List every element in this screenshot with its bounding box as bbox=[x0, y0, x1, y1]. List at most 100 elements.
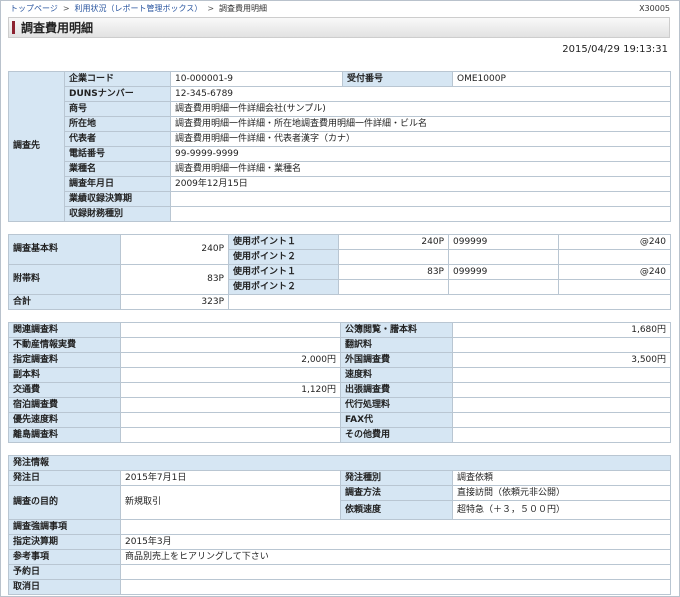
table-row: 指定決算期 2015年3月 bbox=[8, 534, 672, 550]
total-empty bbox=[228, 294, 671, 310]
charge-value bbox=[452, 412, 671, 428]
charge-value bbox=[452, 382, 671, 398]
charge-value bbox=[452, 337, 671, 353]
subject-table: 調査先 企業コード 10-000001-9 受付番号 OME1000P DUNS… bbox=[8, 71, 671, 222]
point-label: 使用ポイント１ bbox=[228, 234, 339, 250]
table-row: 附帯料 83P 使用ポイント１ 83P 099999 @240 bbox=[8, 264, 671, 295]
table-row: 発注日 2015年7月1日 発注種別 調査依頼 bbox=[8, 470, 672, 486]
total-label: 合計 bbox=[8, 294, 121, 310]
charge-value bbox=[120, 367, 341, 383]
table-row: 合計 323P bbox=[8, 294, 671, 310]
charge-label: 速度料 bbox=[340, 367, 453, 383]
table-row: 調査強調事項 bbox=[8, 519, 672, 535]
point-value bbox=[338, 249, 449, 265]
charge-label: 指定調査料 bbox=[8, 352, 121, 368]
charge-value bbox=[120, 412, 341, 428]
charge-value bbox=[452, 397, 671, 413]
charge-value: 3,500円 bbox=[452, 352, 671, 368]
title-accent-bar bbox=[12, 21, 15, 34]
charge-label: 公簿閲覧・謄本料 bbox=[340, 322, 453, 338]
table-row: 代表者 調査費用明細一件詳細・代表者漢字（カナ） bbox=[9, 131, 671, 147]
table-row: 電話番号 99-9999-9999 bbox=[9, 146, 671, 162]
table-row: DUNSナンバー 12-345-6789 bbox=[9, 86, 671, 102]
duns-value: 12-345-6789 bbox=[170, 86, 671, 102]
table-row: 不動産情報実費 翻訳料 bbox=[8, 337, 671, 353]
table-row: 調査基本料 240P 使用ポイント１ 240P 099999 @240 bbox=[8, 234, 671, 265]
emphasis-label: 調査強調事項 bbox=[8, 519, 121, 535]
phone-label: 電話番号 bbox=[64, 146, 171, 162]
subject-section-label: 調査先 bbox=[8, 71, 65, 222]
table-row: 予約日 bbox=[8, 564, 672, 580]
cancel-date-label: 取消日 bbox=[8, 579, 121, 595]
screen-code: X30005 bbox=[639, 4, 670, 13]
charge-value: 1,120円 bbox=[120, 382, 341, 398]
extra-fee-label: 附帯料 bbox=[8, 264, 121, 295]
designated-settlement-label: 指定決算期 bbox=[8, 534, 121, 550]
charge-label: 宿泊調査費 bbox=[8, 397, 121, 413]
table-row: 離島調査料 その他費用 bbox=[8, 427, 671, 443]
designated-settlement-value: 2015年3月 bbox=[119, 534, 672, 550]
name-value: 調査費用明細一件詳細会社(サンプル) bbox=[170, 101, 671, 117]
speed-value: 超特急（＋３，５００円） bbox=[451, 500, 672, 520]
charge-label: 出張調査費 bbox=[340, 382, 453, 398]
breadcrumb-link-usage[interactable]: 利用状況（レポート管理ボックス） bbox=[75, 4, 203, 13]
rep-label: 代表者 bbox=[64, 131, 171, 147]
settlement-label: 業績収録決算期 bbox=[64, 191, 171, 207]
purpose-label: 調査の目的 bbox=[8, 485, 121, 520]
rep-value: 調査費用明細一件詳細・代表者漢字（カナ） bbox=[170, 131, 671, 147]
charge-value bbox=[120, 427, 341, 443]
order-table: 発注情報 発注日 2015年7月1日 発注種別 調査依頼 調査の目的 新規取引 … bbox=[7, 455, 672, 595]
table-row: 業績収録決算期 bbox=[9, 191, 671, 207]
basic-fee-value: 240P bbox=[120, 234, 229, 265]
table-row: 宿泊調査費 代行処理料 bbox=[8, 397, 671, 413]
receipt-no-label: 受付番号 bbox=[342, 71, 453, 87]
charges-table: 関連調査料 公簿閲覧・謄本料 1,680円 不動産情報実費 翻訳料 指定調査料 … bbox=[8, 322, 671, 443]
table-row: 副本料 速度料 bbox=[8, 367, 671, 383]
company-code-value: 10-000001-9 bbox=[170, 71, 343, 87]
table-row: 調査年月日 2009年12月15日 bbox=[9, 176, 671, 192]
extra-fee-value: 83P bbox=[120, 264, 229, 295]
point-code bbox=[448, 249, 559, 265]
charge-label: 副本料 bbox=[8, 367, 121, 383]
fin-type-value bbox=[170, 206, 671, 222]
point-value: 83P bbox=[338, 264, 449, 280]
reserve-date-value bbox=[119, 564, 672, 580]
point-label: 使用ポイント２ bbox=[228, 279, 339, 295]
table-row: 取消日 bbox=[8, 579, 672, 595]
industry-label: 業種名 bbox=[64, 161, 171, 177]
phone-value: 99-9999-9999 bbox=[170, 146, 671, 162]
survey-date-label: 調査年月日 bbox=[64, 176, 171, 192]
point-rate bbox=[558, 249, 671, 265]
notes-value: 商品別売上をヒアリングして下さい bbox=[119, 549, 672, 565]
address-value: 調査費用明細一件詳細・所在地調査費用明細一件詳細・ビル名 bbox=[170, 116, 671, 132]
address-label: 所在地 bbox=[64, 116, 171, 132]
point-rate bbox=[558, 279, 671, 295]
receipt-no-value: OME1000P bbox=[452, 71, 671, 87]
company-code-label: 企業コード bbox=[64, 71, 171, 87]
industry-value: 調査費用明細一件詳細・業種名 bbox=[170, 161, 671, 177]
breadcrumb-link-top[interactable]: トップページ bbox=[10, 4, 58, 13]
point-value bbox=[338, 279, 449, 295]
breadcrumb: トップページ > 利用状況（レポート管理ボックス） > 調査費用明細 bbox=[10, 3, 267, 15]
page-title: 調査費用明細 bbox=[21, 21, 94, 35]
table-row: 所在地 調査費用明細一件詳細・所在地調査費用明細一件詳細・ビル名 bbox=[9, 116, 671, 132]
survey-date-value: 2009年12月15日 bbox=[170, 176, 671, 192]
table-row: 調査先 企業コード 10-000001-9 受付番号 OME1000P bbox=[8, 71, 671, 222]
table-row: 優先速度料 FAX代 bbox=[8, 412, 671, 428]
charge-label: 優先速度料 bbox=[8, 412, 121, 428]
timestamp: 2015/04/29 19:13:31 bbox=[562, 44, 668, 55]
point-label: 使用ポイント２ bbox=[228, 249, 339, 265]
purpose-value: 新規取引 bbox=[120, 485, 341, 520]
table-row: 商号 調査費用明細一件詳細会社(サンプル) bbox=[9, 101, 671, 117]
charge-value: 2,000円 bbox=[120, 352, 341, 368]
point-rate: @240 bbox=[558, 234, 671, 250]
point-label: 使用ポイント１ bbox=[228, 264, 339, 280]
charge-value bbox=[120, 397, 341, 413]
emphasis-value bbox=[119, 519, 672, 535]
charge-label: その他費用 bbox=[340, 427, 453, 443]
charge-label: 代行処理料 bbox=[340, 397, 453, 413]
method-value: 直接訪問（依頼元非公開） bbox=[451, 485, 672, 501]
table-row: 交通費 1,120円 出張調査費 bbox=[8, 382, 671, 398]
breadcrumb-current: 調査費用明細 bbox=[219, 4, 268, 13]
notes-label: 参考事項 bbox=[8, 549, 121, 565]
